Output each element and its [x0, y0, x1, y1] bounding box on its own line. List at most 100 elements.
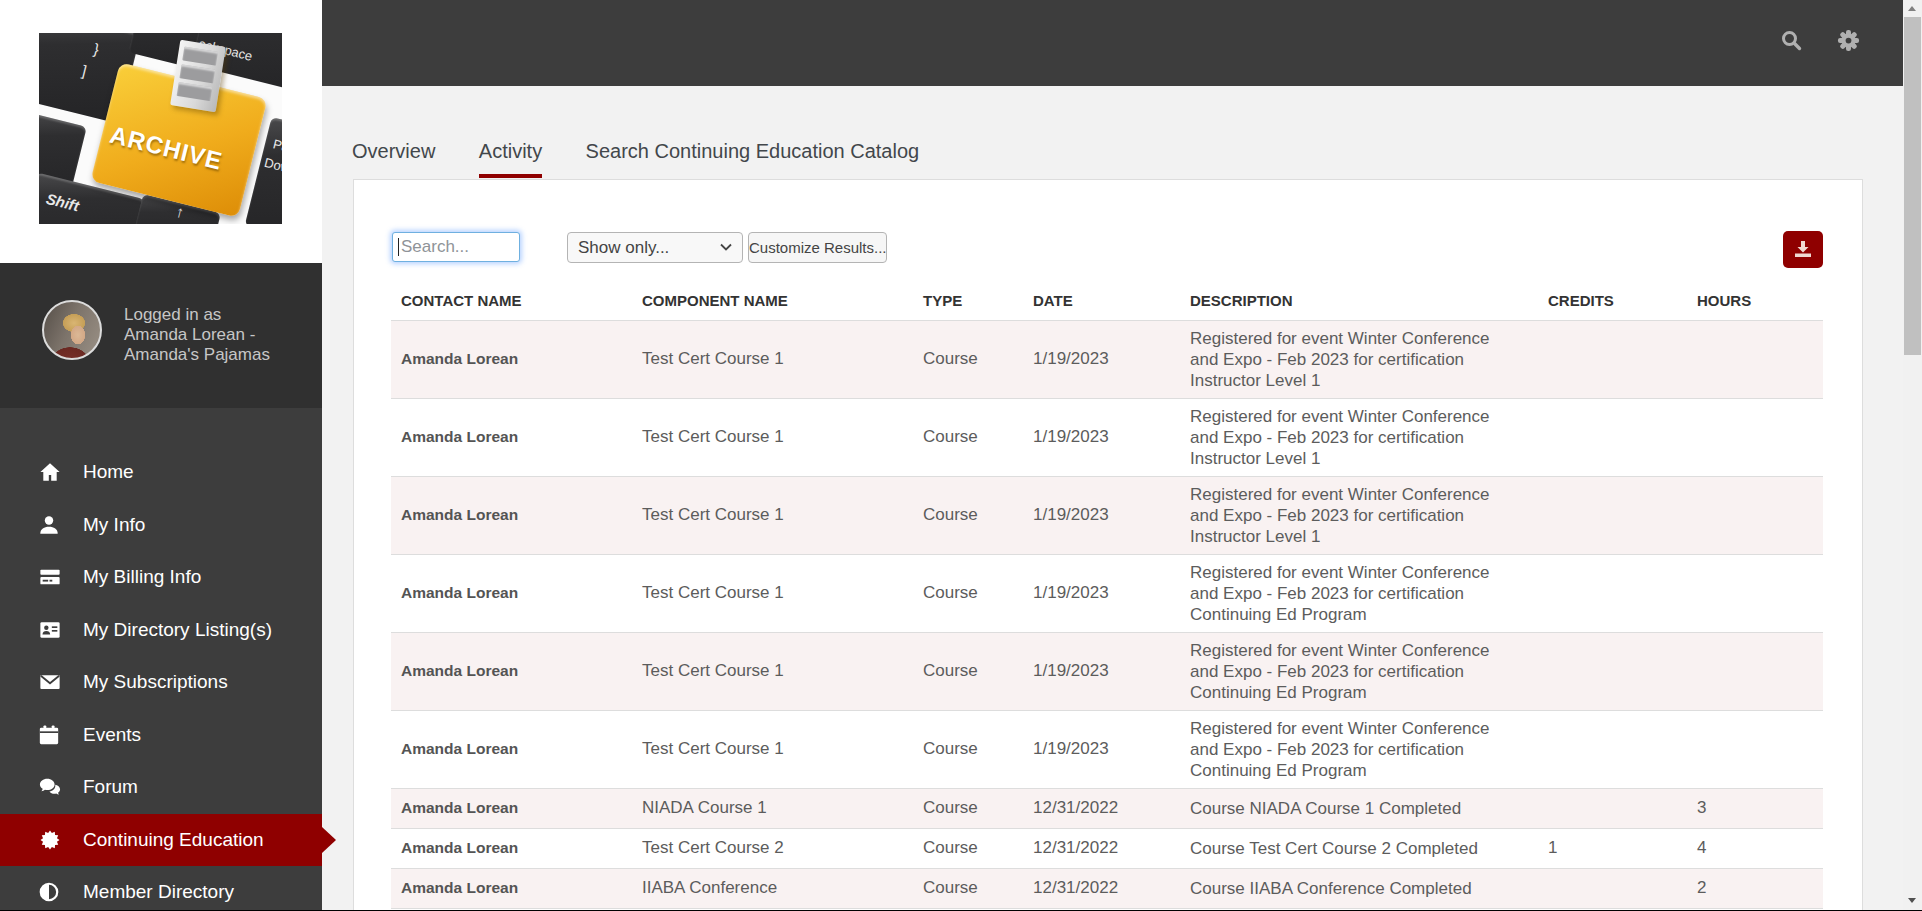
table-header-row: CONTACT NAME COMPONENT NAME TYPE DATE DE…: [391, 281, 1823, 320]
cell-type: Course: [913, 868, 1023, 908]
cell-date: 1/19/2023: [1023, 398, 1180, 476]
user-section: Logged in as Amanda Lorean - Amanda's Pa…: [0, 263, 322, 408]
cell-contact-name: Amanda Lorean: [391, 788, 632, 828]
cell-component-name: Test Cert Course 1: [632, 476, 913, 554]
logged-in-text: Logged in as Amanda Lorean - Amanda's Pa…: [124, 305, 270, 365]
table-row: Amanda Lorean Test Cert Course 2 Course …: [391, 828, 1823, 868]
tab-overview[interactable]: Overview: [352, 141, 435, 174]
col-hours[interactable]: HOURS: [1687, 281, 1823, 320]
col-contact-name[interactable]: CONTACT NAME: [391, 281, 632, 320]
archive-keyboard-image: } ] ackspace Shift Pag Dow ↑ ARCHIVE: [39, 33, 282, 224]
table-row: Amanda Lorean IIABA Conference Course 12…: [391, 868, 1823, 908]
sidebar-item-member-directory[interactable]: Member Directory: [0, 866, 322, 911]
tab-activity[interactable]: Activity: [479, 141, 542, 178]
cell-hours: [1687, 554, 1823, 632]
cell-description: Registered for event Winter Conference a…: [1180, 554, 1538, 632]
cell-credits: [1538, 710, 1687, 788]
sidebar: } ] ackspace Shift Pag Dow ↑ ARCHIVE: [0, 0, 322, 911]
activity-panel: Show only... Customize Results... CONTAC…: [353, 179, 1863, 911]
cell-hours: [1687, 632, 1823, 710]
cell-contact-name: Amanda Lorean: [391, 398, 632, 476]
sidebar-item-my-subscriptions[interactable]: My Subscriptions: [0, 656, 322, 709]
cell-hours: 3: [1687, 788, 1823, 828]
logged-in-line1: Logged in as: [124, 305, 270, 325]
cell-date: 1/19/2023: [1023, 476, 1180, 554]
cell-date: 12/31/2022: [1023, 828, 1180, 868]
cell-description: Registered for event Winter Conference a…: [1180, 632, 1538, 710]
cell-hours: 4: [1687, 828, 1823, 868]
scrollbar-thumb[interactable]: [1904, 17, 1921, 355]
cell-date: 1/19/2023: [1023, 632, 1180, 710]
tab-search-ce-catalog[interactable]: Search Continuing Education Catalog: [586, 141, 920, 174]
table-row: Amanda Lorean Test Cert Course 1 Course …: [391, 320, 1823, 398]
sidebar-item-my-directory-listings[interactable]: My Directory Listing(s): [0, 604, 322, 657]
cell-type: Course: [913, 828, 1023, 868]
cell-contact-name: Amanda Lorean: [391, 710, 632, 788]
cell-contact-name: Amanda Lorean: [391, 868, 632, 908]
gear-icon[interactable]: [1837, 29, 1861, 53]
cell-contact-name: Amanda Lorean: [391, 476, 632, 554]
col-description[interactable]: DESCRIPTION: [1180, 281, 1538, 320]
cell-description: Registered for event Winter Conference a…: [1180, 320, 1538, 398]
search-icon[interactable]: [1779, 28, 1803, 52]
search-input[interactable]: [392, 232, 520, 262]
logged-in-line3: Amanda's Pajamas: [124, 345, 270, 365]
cell-type: Course: [913, 710, 1023, 788]
calendar-icon: [38, 723, 64, 747]
table-row: Amanda Lorean Test Cert Course 1 Course …: [391, 710, 1823, 788]
cell-date: 1/19/2023: [1023, 320, 1180, 398]
cell-contact-name: Amanda Lorean: [391, 554, 632, 632]
download-button[interactable]: [1783, 231, 1823, 268]
sidebar-item-forum[interactable]: Forum: [0, 761, 322, 814]
col-component-name[interactable]: COMPONENT NAME: [632, 281, 913, 320]
cell-component-name: Test Cert Course 1: [632, 320, 913, 398]
activity-table: CONTACT NAME COMPONENT NAME TYPE DATE DE…: [391, 281, 1823, 909]
cell-hours: [1687, 476, 1823, 554]
show-only-select[interactable]: Show only...: [567, 232, 743, 263]
sidebar-nav: Home My Info My Billing Info My Director…: [0, 408, 322, 911]
col-credits[interactable]: CREDITS: [1538, 281, 1687, 320]
sidebar-item-my-info[interactable]: My Info: [0, 499, 322, 552]
sidebar-item-continuing-education[interactable]: Continuing Education: [0, 814, 322, 867]
sidebar-item-events[interactable]: Events: [0, 709, 322, 762]
cell-credits: [1538, 554, 1687, 632]
cell-contact-name: Amanda Lorean: [391, 828, 632, 868]
home-icon: [38, 460, 64, 484]
table-row: Amanda Lorean Test Cert Course 1 Course …: [391, 476, 1823, 554]
sidebar-item-home[interactable]: Home: [0, 446, 322, 499]
cell-type: Course: [913, 632, 1023, 710]
customize-results-button[interactable]: Customize Results...: [748, 232, 887, 263]
envelope-icon: [38, 670, 64, 694]
table-row: Amanda Lorean NIADA Course 1 Course 12/3…: [391, 788, 1823, 828]
tab-bar: Overview Activity Search Continuing Educ…: [352, 141, 958, 178]
cell-type: Course: [913, 476, 1023, 554]
address-card-icon: [38, 618, 64, 642]
billing-card-icon: [38, 565, 64, 589]
table-row: Amanda Lorean Test Cert Course 1 Course …: [391, 398, 1823, 476]
page-scrollbar: [1903, 0, 1922, 911]
cell-type: Course: [913, 554, 1023, 632]
cell-description: Registered for event Winter Conference a…: [1180, 476, 1538, 554]
cell-component-name: Test Cert Course 1: [632, 554, 913, 632]
col-type[interactable]: TYPE: [913, 281, 1023, 320]
cell-component-name: Test Cert Course 1: [632, 632, 913, 710]
scrollbar-down-arrow[interactable]: [1903, 892, 1922, 909]
cell-description: Course NIADA Course 1 Completed: [1180, 788, 1538, 828]
cell-type: Course: [913, 398, 1023, 476]
top-header: [322, 0, 1903, 86]
cell-credits: [1538, 476, 1687, 554]
comments-icon: [38, 775, 64, 799]
cell-component-name: IIABA Conference: [632, 868, 913, 908]
avatar[interactable]: [42, 300, 102, 360]
cell-component-name: Test Cert Course 1: [632, 398, 913, 476]
cell-description: Course IIABA Conference Completed: [1180, 868, 1538, 908]
user-icon: [38, 513, 64, 537]
cell-hours: [1687, 398, 1823, 476]
scrollbar-up-arrow[interactable]: [1903, 0, 1922, 17]
sidebar-item-my-billing-info[interactable]: My Billing Info: [0, 551, 322, 604]
col-date[interactable]: DATE: [1023, 281, 1180, 320]
cell-date: 12/31/2022: [1023, 868, 1180, 908]
cell-credits: [1538, 788, 1687, 828]
seal-icon: [38, 828, 64, 852]
cell-credits: [1538, 320, 1687, 398]
